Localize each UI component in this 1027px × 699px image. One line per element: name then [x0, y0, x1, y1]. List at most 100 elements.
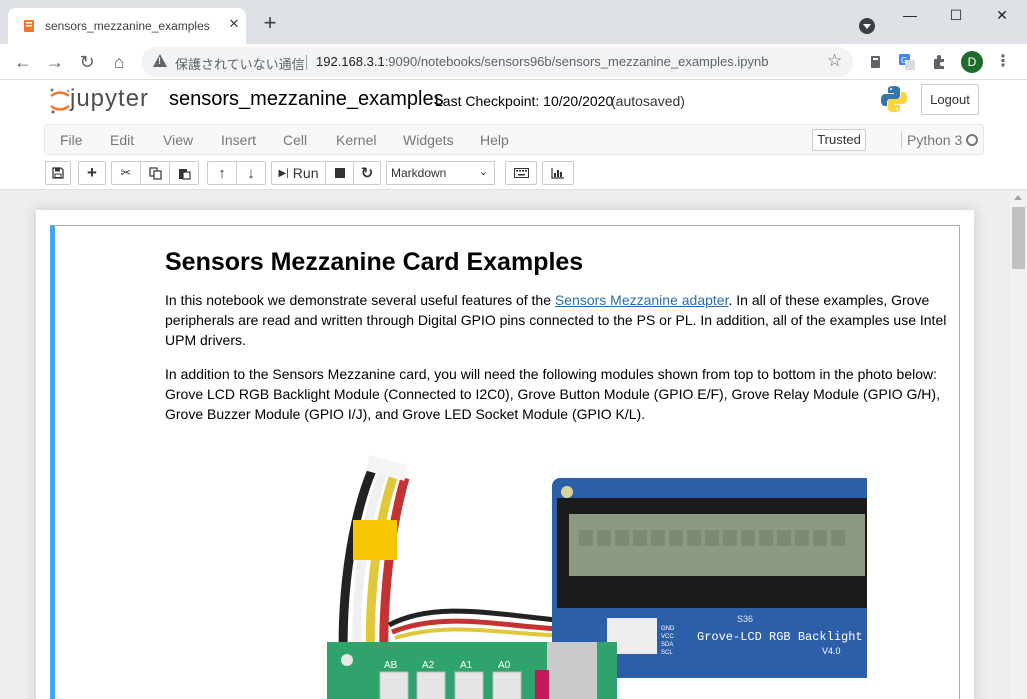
- command-palette-button[interactable]: [505, 161, 537, 185]
- menu-file[interactable]: File: [60, 132, 83, 148]
- python-logo-icon: [881, 86, 907, 112]
- move-down-button[interactable]: ↓: [236, 161, 266, 185]
- step-forward-icon: ▶|: [278, 167, 289, 179]
- notebook-title[interactable]: sensors_mezzanine_examples: [169, 88, 444, 111]
- port-a1-label: A1: [460, 660, 473, 671]
- back-icon[interactable]: ←: [11, 50, 35, 74]
- window-minimize-button[interactable]: —: [900, 5, 920, 25]
- browser-toolbar: ← → ↻ ⌂ 保護されていない通信 192.168.3.1:9090/note…: [0, 44, 1027, 80]
- new-tab-button[interactable]: +: [258, 12, 282, 36]
- pin-sda-label: SDA: [661, 642, 673, 648]
- port-ab-label: AB: [384, 660, 398, 671]
- port-a0-label: A0: [498, 660, 511, 671]
- restart-icon: ↻: [360, 165, 374, 182]
- browser-menu-icon[interactable]: ⋮: [995, 51, 1011, 73]
- bookmark-star-icon[interactable]: ☆: [827, 51, 842, 71]
- jupyter-menubar: File Edit View Insert Cell Kernel Widget…: [44, 124, 984, 155]
- svg-text:G: G: [901, 56, 907, 65]
- security-status: 保護されていない通信: [175, 57, 305, 72]
- cut-button[interactable]: ✂: [111, 161, 141, 185]
- menu-kernel[interactable]: Kernel: [336, 132, 376, 148]
- trusted-indicator[interactable]: Trusted: [812, 129, 866, 151]
- logout-button[interactable]: Logout: [921, 84, 979, 115]
- reload-icon[interactable]: ↻: [75, 50, 99, 74]
- paste-button[interactable]: [169, 161, 199, 185]
- save-button[interactable]: [45, 161, 71, 185]
- pin-gnd-label: GND: [661, 626, 675, 632]
- menu-cell[interactable]: Cell: [283, 132, 307, 148]
- not-secure-warning-icon[interactable]: [153, 54, 167, 67]
- menu-insert[interactable]: Insert: [221, 132, 256, 148]
- insert-cell-button[interactable]: +: [78, 161, 106, 185]
- toolbar-move-group: ↑ ↓: [207, 161, 266, 185]
- kernel-divider: [901, 131, 902, 149]
- profile-avatar[interactable]: D: [961, 51, 983, 73]
- jupyter-orbit-icon: [50, 88, 70, 114]
- markdown-cell-selected[interactable]: Sensors Mezzanine Card Examples In this …: [50, 225, 960, 699]
- toolbar-chart-group: [542, 161, 574, 185]
- lcd-code-label: S36: [737, 614, 753, 624]
- translate-icon[interactable]: G: [899, 54, 915, 70]
- arrow-down-icon: ↓: [247, 164, 255, 182]
- toolbar-insert-group: +: [78, 161, 106, 185]
- toolbar-save-group: [45, 161, 71, 185]
- chevron-down-icon: ⌄: [478, 166, 488, 178]
- copy-button[interactable]: [140, 161, 170, 185]
- menu-help[interactable]: Help: [480, 132, 509, 148]
- plus-icon: +: [87, 163, 97, 182]
- browser-tab[interactable]: sensors_mezzanine_examples ✕: [8, 8, 246, 44]
- cell-heading: Sensors Mezzanine Card Examples: [165, 248, 584, 276]
- chart-button[interactable]: [542, 161, 574, 185]
- modules-paragraph: In addition to the Sensors Mezzanine car…: [165, 366, 940, 422]
- jupyter-logo[interactable]: jupyter: [48, 85, 158, 117]
- keyboard-icon: [513, 168, 529, 178]
- autosave-status: (autosaved): [611, 93, 685, 109]
- browser-tab-bar: sensors_mezzanine_examples ✕ + — ☐ ✕: [0, 0, 1027, 44]
- notebook-favicon-icon: [24, 20, 34, 32]
- intro-paragraph: In this notebook we demonstrate several …: [165, 292, 947, 348]
- tab-close-icon[interactable]: ✕: [226, 16, 242, 32]
- address-divider: [306, 55, 307, 70]
- url-text[interactable]: 192.168.3.1:9090/notebooks/sensors96b/se…: [316, 54, 768, 69]
- window-maximize-button[interactable]: ☐: [946, 5, 966, 25]
- save-icon: [52, 167, 64, 179]
- menu-widgets[interactable]: Widgets: [403, 132, 454, 148]
- tab-title: sensors_mezzanine_examples: [45, 19, 210, 33]
- jupyter-header: jupyter sensors_mezzanine_examples Last …: [0, 80, 1027, 190]
- address-bar[interactable]: 保護されていない通信 192.168.3.1:9090/notebooks/se…: [141, 47, 853, 77]
- kernel-idle-icon: [966, 134, 978, 146]
- port-a2-label: A2: [422, 660, 435, 671]
- toolbar-run-group: ▶| Run ↻: [271, 161, 381, 185]
- forward-icon[interactable]: →: [43, 50, 67, 74]
- rendered-markdown: Sensors Mezzanine Card Examples In this …: [165, 246, 955, 438]
- cell-type-value: Markdown: [391, 166, 447, 180]
- kernel-name: Python 3: [907, 132, 963, 148]
- page-scrollbar[interactable]: [1010, 191, 1027, 699]
- scroll-up-arrow-icon[interactable]: [1014, 195, 1022, 200]
- lcd-board-label: Grove-LCD RGB Backlight: [697, 630, 863, 644]
- interrupt-button[interactable]: [325, 161, 354, 185]
- extensions-puzzle-icon[interactable]: [931, 54, 947, 70]
- menu-edit[interactable]: Edit: [110, 132, 134, 148]
- arrow-up-icon: ↑: [218, 164, 226, 182]
- pin-vcc-label: VCC: [661, 634, 674, 640]
- toolbar-palette-group: [505, 161, 537, 185]
- run-button[interactable]: ▶| Run: [271, 161, 326, 185]
- home-icon[interactable]: ⌂: [107, 50, 131, 74]
- toolbar-edit-group: ✂: [111, 161, 199, 185]
- lcd-version-label: V4.0: [822, 646, 841, 656]
- window-close-button[interactable]: ✕: [992, 5, 1012, 25]
- notebook-area: Sensors Mezzanine Card Examples In this …: [0, 191, 1027, 699]
- stop-icon: [334, 168, 345, 178]
- cell-type-select[interactable]: Markdown ⌄: [386, 161, 495, 185]
- scissors-icon: ✂: [120, 165, 132, 180]
- sensors-mezzanine-link[interactable]: Sensors Mezzanine adapter: [555, 292, 729, 308]
- restart-button[interactable]: ↻: [353, 161, 381, 185]
- extension-icon[interactable]: [868, 54, 884, 70]
- menu-view[interactable]: View: [163, 132, 193, 148]
- scrollbar-thumb[interactable]: [1012, 207, 1025, 269]
- tab-search-icon[interactable]: [859, 18, 875, 34]
- move-up-button[interactable]: ↑: [207, 161, 237, 185]
- bar-chart-icon: [551, 168, 564, 179]
- checkpoint-status: Last Checkpoint: 10/20/2020: [435, 93, 614, 109]
